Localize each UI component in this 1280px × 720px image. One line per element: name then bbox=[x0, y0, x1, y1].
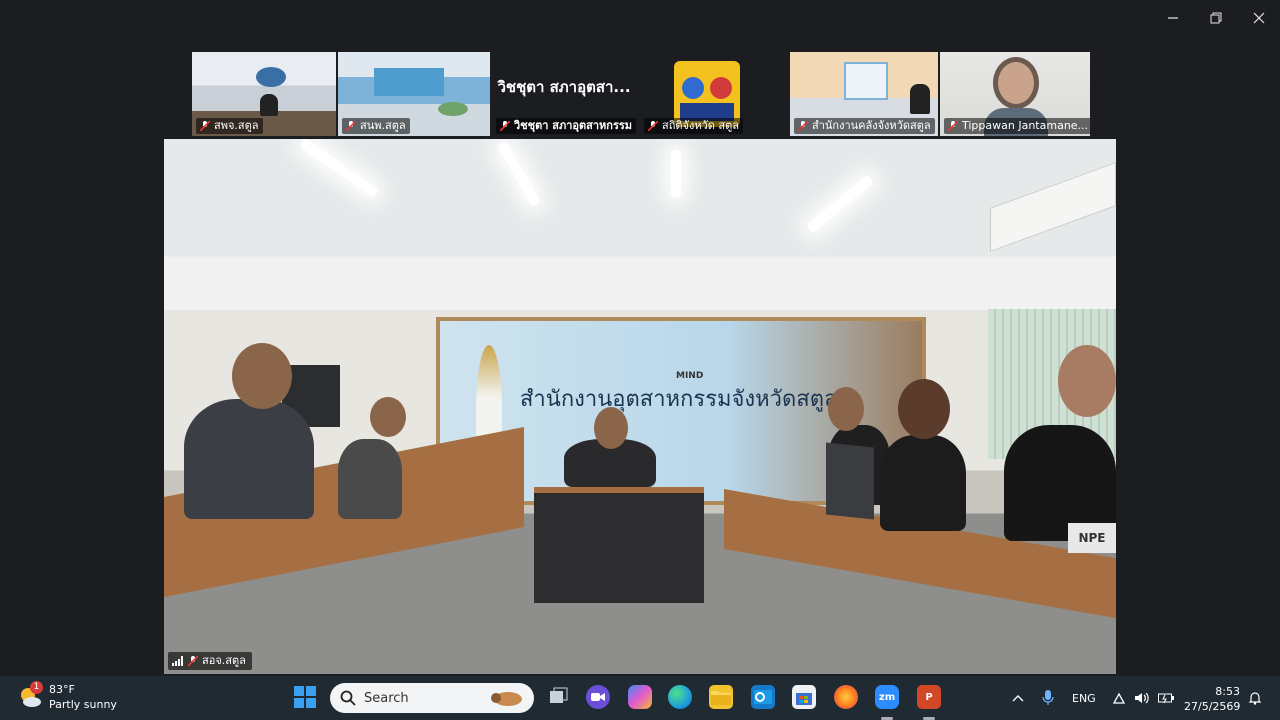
mic-muted-icon bbox=[200, 121, 210, 131]
participant-label: สนพ.สตูล bbox=[342, 118, 410, 134]
store-button[interactable] bbox=[792, 685, 816, 709]
search-icon bbox=[340, 690, 356, 706]
participant-tile[interactable]: Tippawan Jantamane... bbox=[940, 52, 1090, 136]
window-controls bbox=[1151, 0, 1280, 36]
bell-icon bbox=[1248, 692, 1262, 705]
mic-muted-icon bbox=[648, 121, 658, 131]
battery-icon bbox=[1158, 693, 1174, 704]
mic-muted-icon bbox=[798, 121, 808, 131]
mic-muted-icon bbox=[346, 121, 356, 131]
close-icon bbox=[1253, 12, 1264, 24]
search-placeholder: Search bbox=[364, 690, 409, 706]
zoom-meetings-button[interactable] bbox=[586, 685, 610, 709]
taskbar-search[interactable]: Search bbox=[330, 683, 534, 713]
minimize-icon bbox=[1167, 17, 1178, 19]
participant-tile[interactable]: สำนักงานคลังจังหวัดสตูล bbox=[790, 52, 938, 136]
participant-person bbox=[184, 399, 314, 519]
outlook-button[interactable] bbox=[751, 685, 775, 709]
folder-icon bbox=[711, 691, 731, 705]
main-video-label: สอจ.สตูล bbox=[168, 652, 252, 670]
edge-button[interactable] bbox=[668, 685, 692, 709]
task-view-button[interactable] bbox=[546, 685, 570, 709]
minimize-button[interactable] bbox=[1151, 0, 1194, 36]
device-label: NPE bbox=[1068, 523, 1116, 553]
task-view-icon bbox=[550, 687, 568, 703]
participant-person bbox=[898, 379, 950, 439]
participant-person bbox=[880, 435, 966, 531]
participant-tile[interactable]: สพจ.สตูล bbox=[192, 52, 336, 136]
store-icon bbox=[796, 693, 812, 705]
partly-sunny-icon: 1 bbox=[18, 681, 43, 709]
file-explorer-button[interactable] bbox=[709, 685, 733, 709]
participant-label: สพจ.สตูล bbox=[196, 118, 263, 134]
zoom-button[interactable]: zm bbox=[875, 685, 899, 709]
start-button[interactable] bbox=[294, 686, 316, 708]
participant-label: Tippawan Jantamane... bbox=[944, 118, 1090, 134]
participant-tile[interactable]: สถิติจังหวัด สตูล bbox=[640, 52, 786, 136]
participant-label: สถิติจังหวัด สตูล bbox=[644, 118, 743, 134]
outlook-icon bbox=[754, 690, 772, 704]
laptop bbox=[826, 442, 874, 520]
show-hidden-icons-button[interactable] bbox=[1012, 676, 1024, 720]
language-indicator[interactable]: ENG bbox=[1072, 676, 1096, 720]
signal-icon bbox=[172, 656, 183, 666]
battery-button[interactable] bbox=[1158, 676, 1174, 720]
restore-button[interactable] bbox=[1194, 0, 1237, 36]
microphone-icon bbox=[1042, 690, 1054, 705]
participant-display-name: วิชชุตา สภาอุต​สา... bbox=[497, 78, 631, 96]
volume-icon bbox=[1135, 692, 1149, 704]
notification-badge: 1 bbox=[30, 681, 43, 694]
firefox-button[interactable] bbox=[834, 685, 858, 709]
powerpoint-button[interactable]: P bbox=[917, 685, 941, 709]
center-table bbox=[534, 487, 704, 603]
volume-button[interactable] bbox=[1134, 676, 1150, 720]
zoom-window: สพจ.สตูล สนพ.สตูล วิชชุตา สภาอุต​สา... ว… bbox=[0, 0, 1280, 676]
notifications-button[interactable] bbox=[1248, 676, 1262, 720]
participant-person bbox=[594, 407, 628, 449]
copilot-button[interactable] bbox=[628, 685, 652, 709]
clock[interactable]: 8:53 27/5/2569 bbox=[1184, 684, 1240, 714]
participant-person bbox=[828, 387, 864, 431]
microphone-button[interactable] bbox=[1042, 676, 1054, 720]
participant-label: สำนักงานคลังจังหวัดสตูล bbox=[794, 118, 935, 134]
banner-logo-text: MIND bbox=[676, 371, 704, 381]
participant-person bbox=[370, 397, 406, 437]
mic-muted-icon bbox=[500, 121, 510, 131]
participant-person bbox=[338, 439, 402, 519]
zoom-icon: zm bbox=[878, 691, 896, 703]
taskbar: 1 83°F Partly sunny Search zm P ENG 8:53… bbox=[0, 676, 1280, 720]
weather-temp: 83°F bbox=[49, 683, 75, 696]
weather-condition: Partly sunny bbox=[49, 698, 117, 711]
powerpoint-icon: P bbox=[925, 691, 933, 703]
participant-person bbox=[232, 343, 292, 409]
windows-icon bbox=[294, 686, 316, 708]
participant-label: วิชชุตา สภาอุตสาหกรรม bbox=[496, 118, 636, 134]
banner-title: สำนักงานอุตสาหกรรมจังหวัดสตูล bbox=[520, 387, 838, 412]
participant-person bbox=[1058, 345, 1116, 417]
close-button[interactable] bbox=[1237, 0, 1280, 36]
network-icon bbox=[1112, 692, 1126, 704]
clock-date: 27/5/2569 bbox=[1184, 700, 1241, 713]
language-label: ENG bbox=[1072, 691, 1096, 705]
restore-icon bbox=[1210, 12, 1221, 24]
mic-muted-icon bbox=[188, 656, 198, 666]
air-conditioner bbox=[990, 162, 1116, 252]
clock-time: 8:53 bbox=[1215, 685, 1240, 698]
network-button[interactable] bbox=[1112, 676, 1126, 720]
participant-tile[interactable]: สนพ.สตูล bbox=[338, 52, 490, 136]
search-highlight-icon bbox=[491, 692, 522, 706]
main-video[interactable]: MIND สำนักงานอุตสาหกรรมจังหวัดสตูล NPE ส… bbox=[164, 139, 1116, 674]
weather-widget[interactable]: 1 83°F Partly sunny bbox=[18, 681, 117, 712]
mic-muted-icon bbox=[948, 121, 958, 131]
chevron-up-icon bbox=[1012, 695, 1024, 702]
participant-tile[interactable]: วิชชุตา สภาอุต​สา... วิชชุตา สภาอุตสาหกร… bbox=[492, 52, 636, 136]
video-camera-icon bbox=[591, 693, 605, 701]
